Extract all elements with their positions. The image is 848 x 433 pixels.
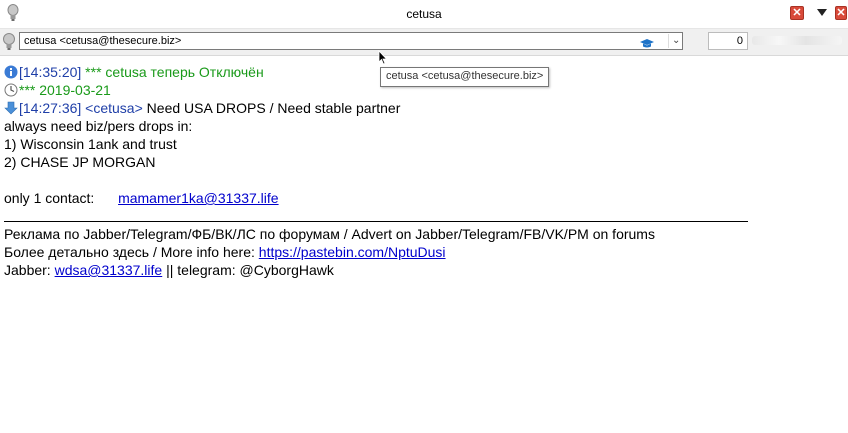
telegram-text: || telegram: @CyborgHawk bbox=[166, 262, 334, 278]
date-line: *** 2019-03-21 bbox=[4, 81, 111, 99]
message-line: always need biz/pers drops in: bbox=[4, 118, 193, 134]
more-info-line: Более детально здесь / More info here: h… bbox=[4, 243, 446, 261]
incoming-arrow-icon bbox=[4, 101, 18, 115]
redacted-field bbox=[752, 36, 842, 45]
combo-separator bbox=[668, 34, 669, 48]
window-title: cetusa bbox=[406, 7, 442, 21]
jabber-line: Jabber: wdsa@31337.life || telegram: @Cy… bbox=[4, 261, 334, 279]
message-timestamp: [14:27:36] bbox=[19, 100, 82, 116]
status-text: *** cetusa теперь Отключён bbox=[85, 64, 264, 80]
graduation-cap-icon bbox=[640, 36, 654, 54]
contact-label: only 1 contact: bbox=[4, 190, 95, 206]
title-bar: cetusa ✕ ✕ bbox=[0, 0, 848, 29]
contact-selector[interactable]: cetusa <cetusa@thesecure.biz> ⌄ bbox=[19, 32, 683, 50]
more-info-label: Более детально здесь / More info here: bbox=[4, 244, 255, 260]
menu-dropdown-icon[interactable] bbox=[817, 9, 827, 16]
close-window-button[interactable]: ✕ bbox=[835, 6, 847, 20]
close-chat-button[interactable]: ✕ bbox=[790, 6, 804, 20]
jabber-label: Jabber: bbox=[4, 262, 51, 278]
lightbulb-icon[interactable] bbox=[2, 33, 16, 56]
ad-line: Реклама по Jabber/Telegram/ФБ/ВК/ЛС по ф… bbox=[4, 226, 655, 242]
status-timestamp: [14:35:20] bbox=[19, 64, 82, 80]
status-line: [14:35:20] *** cetusa теперь Отключён bbox=[4, 63, 264, 81]
message-nick: <cetusa> bbox=[85, 100, 143, 116]
contact-link[interactable]: mamamer1ka@31337.life bbox=[118, 190, 279, 206]
date-text: *** 2019-03-21 bbox=[19, 82, 111, 98]
divider bbox=[4, 221, 748, 222]
message-counter: 0 bbox=[708, 32, 748, 50]
message-text: Need USA DROPS / Need stable partner bbox=[146, 100, 401, 116]
message-line: 2) CHASE JP MORGAN bbox=[4, 154, 156, 170]
info-icon bbox=[4, 65, 18, 79]
pastebin-link[interactable]: https://pastebin.com/NptuDusi bbox=[259, 244, 446, 260]
jabber-link[interactable]: wdsa@31337.life bbox=[55, 262, 163, 278]
contact-bar: cetusa <cetusa@thesecure.biz> ⌄ 0 bbox=[0, 29, 848, 56]
contact-selector-value: cetusa <cetusa@thesecure.biz> bbox=[24, 35, 182, 47]
contact-line: only 1 contact: mamamer1ka@31337.life bbox=[4, 189, 279, 207]
message-header: [14:27:36] <cetusa> Need USA DROPS / Nee… bbox=[4, 99, 400, 117]
chevron-down-icon[interactable]: ⌄ bbox=[672, 35, 680, 46]
message-line: 1) Wisconsin 1ank and trust bbox=[4, 136, 177, 152]
clock-icon bbox=[4, 83, 18, 97]
tooltip: cetusa <cetusa@thesecure.biz> bbox=[380, 67, 550, 87]
